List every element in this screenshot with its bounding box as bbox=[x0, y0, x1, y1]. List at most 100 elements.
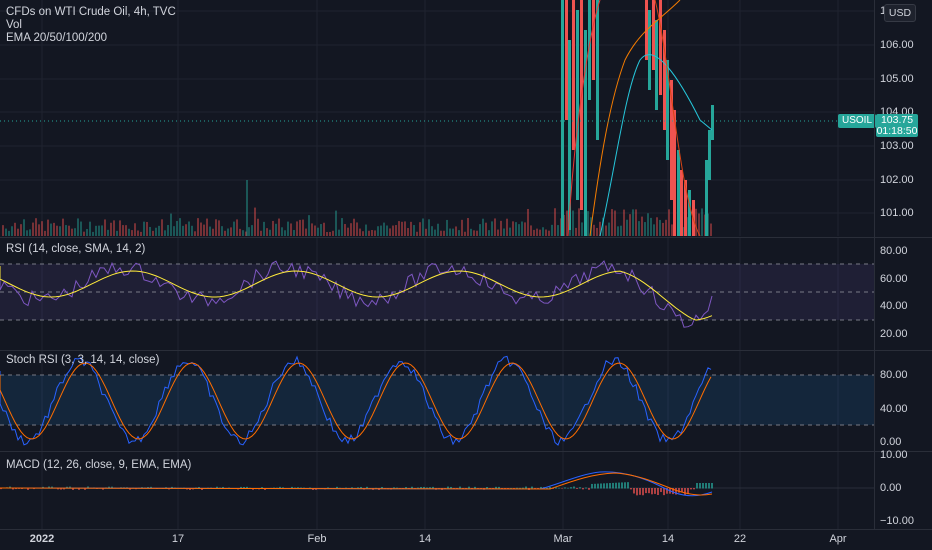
volume-bar bbox=[239, 228, 241, 236]
macd-histogram-bar bbox=[612, 482, 614, 489]
volume-bar bbox=[371, 229, 373, 236]
macd-histogram-bar bbox=[576, 488, 578, 489]
macd-legend[interactable]: MACD (12, 26, close, 9, EMA, EMA) bbox=[6, 459, 191, 472]
volume-bar bbox=[614, 210, 616, 236]
price-candle bbox=[688, 190, 691, 236]
macd-line bbox=[0, 471, 713, 497]
price-candle bbox=[659, 0, 662, 95]
volume-bar bbox=[206, 218, 208, 236]
macd-histogram-bar bbox=[606, 483, 608, 489]
volume-bar bbox=[215, 219, 217, 236]
macd-histogram-bar bbox=[684, 488, 686, 495]
volume-bar bbox=[305, 228, 307, 236]
volume-bar bbox=[605, 225, 607, 236]
volume-bar bbox=[665, 219, 667, 236]
volume-bar bbox=[143, 221, 145, 236]
rsi-tick: 60.00 bbox=[880, 273, 908, 285]
macd-histogram-bar bbox=[564, 487, 566, 489]
macd-histogram-bar bbox=[432, 486, 434, 489]
volume-bar bbox=[20, 224, 22, 236]
volume-bar bbox=[122, 225, 124, 236]
symbol-title[interactable]: CFDs on WTI Crude Oil, 4h, TVC bbox=[6, 6, 176, 19]
volume-legend[interactable]: Vol bbox=[6, 19, 176, 32]
volume-bar bbox=[74, 228, 76, 236]
volume-bar bbox=[344, 224, 346, 236]
volume-bar bbox=[482, 218, 484, 236]
price-axis-border bbox=[874, 0, 875, 530]
volume-bar bbox=[209, 226, 211, 236]
volume-bar bbox=[323, 222, 325, 236]
volume-bar bbox=[545, 229, 547, 236]
volume-bar bbox=[17, 228, 19, 236]
macd-histogram-bar bbox=[657, 488, 659, 495]
volume-bar bbox=[299, 219, 301, 236]
volume-bar bbox=[56, 225, 58, 236]
volume-bar bbox=[491, 221, 493, 236]
volume-bar bbox=[464, 231, 466, 236]
macd-histogram-bar bbox=[594, 483, 596, 489]
macd-histogram-bar bbox=[591, 483, 593, 489]
volume-bar bbox=[185, 224, 187, 236]
main-legend: CFDs on WTI Crude Oil, 4h, TVC Vol EMA 2… bbox=[6, 6, 176, 45]
macd-histogram-bar bbox=[663, 488, 665, 496]
stoch-rsi-legend[interactable]: Stoch RSI (3, 3, 14, 14, close) bbox=[6, 354, 159, 367]
time-tick: Mar bbox=[553, 533, 573, 545]
volume-bar bbox=[455, 226, 457, 236]
volume-bar bbox=[653, 224, 655, 236]
volume-bar bbox=[458, 230, 460, 236]
macd-histogram-bar bbox=[636, 488, 638, 496]
volume-bar bbox=[251, 225, 253, 236]
stoch-tick: 80.00 bbox=[880, 369, 908, 381]
macd-histogram-bar bbox=[600, 483, 602, 489]
volume-bar bbox=[662, 222, 664, 236]
volume-bar bbox=[437, 223, 439, 236]
volume-bar bbox=[341, 218, 343, 236]
price-tick: 106.00 bbox=[880, 39, 914, 51]
volume-bar bbox=[167, 225, 169, 236]
volume-bar bbox=[416, 231, 418, 236]
price-candle bbox=[705, 160, 708, 236]
currency-button[interactable]: USD bbox=[884, 4, 916, 22]
volume-bar bbox=[452, 228, 454, 236]
ema-legend[interactable]: EMA 20/50/100/200 bbox=[6, 32, 176, 45]
macd-histogram-bar bbox=[597, 483, 599, 489]
volume-bar bbox=[431, 226, 433, 236]
volume-bar bbox=[338, 229, 340, 236]
volume-bar bbox=[365, 224, 367, 236]
volume-bar bbox=[479, 224, 481, 236]
rsi-legend[interactable]: RSI (14, close, SMA, 14, 2) bbox=[6, 243, 145, 256]
time-tick: 14 bbox=[661, 533, 675, 545]
bar-countdown: 01:18:50 bbox=[876, 124, 918, 137]
volume-bar bbox=[647, 213, 649, 236]
volume-bar bbox=[593, 224, 595, 236]
volume-bar bbox=[77, 218, 79, 236]
volume-bar bbox=[26, 230, 28, 236]
volume-bar bbox=[554, 208, 556, 236]
volume-bar bbox=[101, 225, 103, 236]
volume-bar bbox=[659, 219, 661, 236]
volume-bar bbox=[326, 231, 328, 236]
volume-bar bbox=[500, 220, 502, 236]
volume-bar bbox=[266, 228, 268, 236]
volume-bar bbox=[80, 221, 82, 236]
macd-histogram-bar bbox=[654, 488, 656, 494]
volume-bar bbox=[272, 220, 274, 236]
volume-bar bbox=[695, 208, 697, 236]
volume-bar bbox=[380, 225, 382, 236]
volume-bar bbox=[230, 227, 232, 236]
volume-bar bbox=[68, 225, 70, 236]
volume-bar bbox=[44, 230, 46, 236]
volume-bar bbox=[440, 230, 442, 236]
volume-bar bbox=[50, 223, 52, 236]
volume-bar bbox=[224, 230, 226, 236]
price-candle bbox=[576, 10, 579, 200]
volume-bar bbox=[113, 220, 115, 236]
volume-bar bbox=[107, 229, 109, 236]
macd-histogram-bar bbox=[411, 486, 413, 489]
price-candle bbox=[596, 0, 599, 140]
last-price-value: 103.75 bbox=[880, 114, 914, 126]
macd-histogram-bar bbox=[642, 488, 644, 496]
volume-bar bbox=[188, 221, 190, 236]
price-candle bbox=[680, 170, 683, 236]
volume-bar bbox=[353, 218, 355, 236]
